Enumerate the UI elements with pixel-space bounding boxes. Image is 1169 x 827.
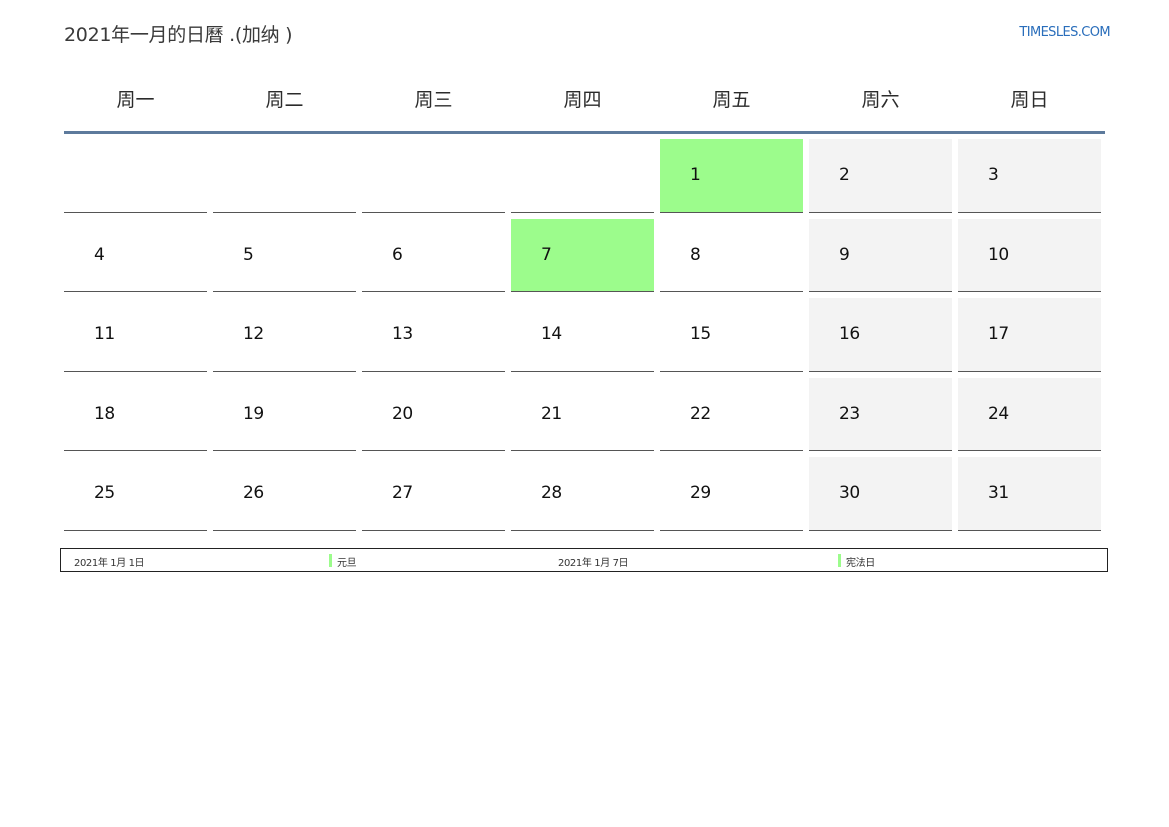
day-number: 28 bbox=[541, 483, 562, 504]
day-number: 5 bbox=[243, 244, 254, 265]
header-divider bbox=[64, 131, 1105, 134]
day-number: 31 bbox=[988, 483, 1009, 504]
calendar-day-cell: 4 bbox=[64, 218, 207, 293]
weekday-thursday: 周四 bbox=[563, 89, 602, 111]
day-number: 12 bbox=[243, 324, 264, 345]
day-number: 6 bbox=[392, 244, 403, 265]
calendar-day-cell: 7 bbox=[511, 218, 654, 293]
day-number: 10 bbox=[988, 244, 1009, 265]
calendar-day-cell: 1 bbox=[660, 139, 803, 213]
weekday-friday: 周五 bbox=[712, 89, 751, 111]
calendar-day-cell: 8 bbox=[660, 218, 803, 293]
calendar-day-cell: 12 bbox=[213, 298, 356, 372]
site-link[interactable]: TIMESLES.COM bbox=[1019, 25, 1110, 40]
calendar-day-cell: 26 bbox=[213, 457, 356, 531]
weekday-saturday: 周六 bbox=[861, 89, 900, 111]
day-number: 29 bbox=[690, 483, 711, 504]
calendar-day-cell: 17 bbox=[958, 298, 1101, 372]
day-number: 21 bbox=[541, 403, 562, 424]
legend-holiday-name: 宪法日 bbox=[846, 558, 875, 569]
calendar-day-cell: 27 bbox=[362, 457, 505, 531]
legend-date: 2021年 1月 1日 bbox=[74, 558, 145, 569]
day-number: 1 bbox=[690, 165, 701, 185]
day-number: 11 bbox=[94, 324, 115, 345]
calendar-day-cell: 18 bbox=[64, 377, 207, 452]
calendar-day-cell: 22 bbox=[660, 377, 803, 452]
weekday-wednesday: 周三 bbox=[414, 89, 453, 111]
day-number: 15 bbox=[690, 324, 711, 345]
day-number: 19 bbox=[243, 403, 264, 424]
day-number: 8 bbox=[690, 244, 701, 265]
calendar-day-cell: 20 bbox=[362, 377, 505, 452]
calendar-day-cell: 2 bbox=[809, 139, 952, 213]
day-number: 13 bbox=[392, 324, 413, 345]
day-number: 27 bbox=[392, 483, 413, 504]
legend-holiday-name: 元旦 bbox=[337, 558, 357, 569]
calendar-day-cell: 6 bbox=[362, 218, 505, 293]
calendar-day-cell: 24 bbox=[958, 377, 1101, 452]
day-number: 9 bbox=[839, 244, 850, 265]
weekday-tuesday: 周二 bbox=[265, 89, 304, 111]
day-number: 14 bbox=[541, 324, 562, 345]
legend-holiday-swatch bbox=[838, 554, 841, 567]
calendar-day-cell: 3 bbox=[958, 139, 1101, 213]
day-number: 20 bbox=[392, 403, 413, 424]
calendar-grid: 1 2 3 4 5 6 7 8 9 10 11 12 13 14 15 16 17 18 19 20 21 22 23 24 2… bbox=[64, 139, 1105, 531]
calendar-empty-cell bbox=[213, 139, 356, 213]
day-number: 22 bbox=[690, 403, 711, 424]
calendar-day-cell: 28 bbox=[511, 457, 654, 531]
calendar-day-cell: 21 bbox=[511, 377, 654, 452]
day-number: 24 bbox=[988, 403, 1009, 424]
page-title: 2021年一月的日曆 .(加纳 ) bbox=[64, 24, 293, 46]
day-number: 17 bbox=[988, 324, 1009, 345]
calendar-empty-cell bbox=[511, 139, 654, 213]
legend-holiday-swatch bbox=[329, 554, 332, 567]
calendar-day-cell: 5 bbox=[213, 218, 356, 293]
day-number: 25 bbox=[94, 483, 115, 504]
legend-date: 2021年 1月 7日 bbox=[558, 558, 629, 569]
calendar-day-cell: 14 bbox=[511, 298, 654, 372]
calendar-day-cell: 16 bbox=[809, 298, 952, 372]
calendar-day-cell: 29 bbox=[660, 457, 803, 531]
day-number: 7 bbox=[541, 244, 552, 265]
calendar-day-cell: 15 bbox=[660, 298, 803, 372]
weekday-header: 周一 周二 周三 周四 周五 周六 周日 bbox=[64, 80, 1105, 120]
day-number: 23 bbox=[839, 403, 860, 424]
calendar-empty-cell bbox=[64, 139, 207, 213]
weekday-monday: 周一 bbox=[116, 89, 155, 111]
day-number: 16 bbox=[839, 324, 860, 345]
calendar-day-cell: 19 bbox=[213, 377, 356, 452]
holiday-legend: 2021年 1月 1日 元旦 2021年 1月 7日 宪法日 bbox=[60, 548, 1108, 572]
calendar-day-cell: 10 bbox=[958, 218, 1101, 293]
day-number: 3 bbox=[988, 165, 999, 185]
calendar-day-cell: 9 bbox=[809, 218, 952, 293]
calendar-empty-cell bbox=[362, 139, 505, 213]
day-number: 18 bbox=[94, 403, 115, 424]
calendar-day-cell: 30 bbox=[809, 457, 952, 531]
calendar-day-cell: 23 bbox=[809, 377, 952, 452]
calendar-day-cell: 13 bbox=[362, 298, 505, 372]
calendar-day-cell: 11 bbox=[64, 298, 207, 372]
calendar-day-cell: 25 bbox=[64, 457, 207, 531]
day-number: 26 bbox=[243, 483, 264, 504]
day-number: 2 bbox=[839, 165, 850, 185]
day-number: 30 bbox=[839, 483, 860, 504]
day-number: 4 bbox=[94, 244, 105, 265]
calendar-day-cell: 31 bbox=[958, 457, 1101, 531]
weekday-sunday: 周日 bbox=[1010, 89, 1049, 111]
